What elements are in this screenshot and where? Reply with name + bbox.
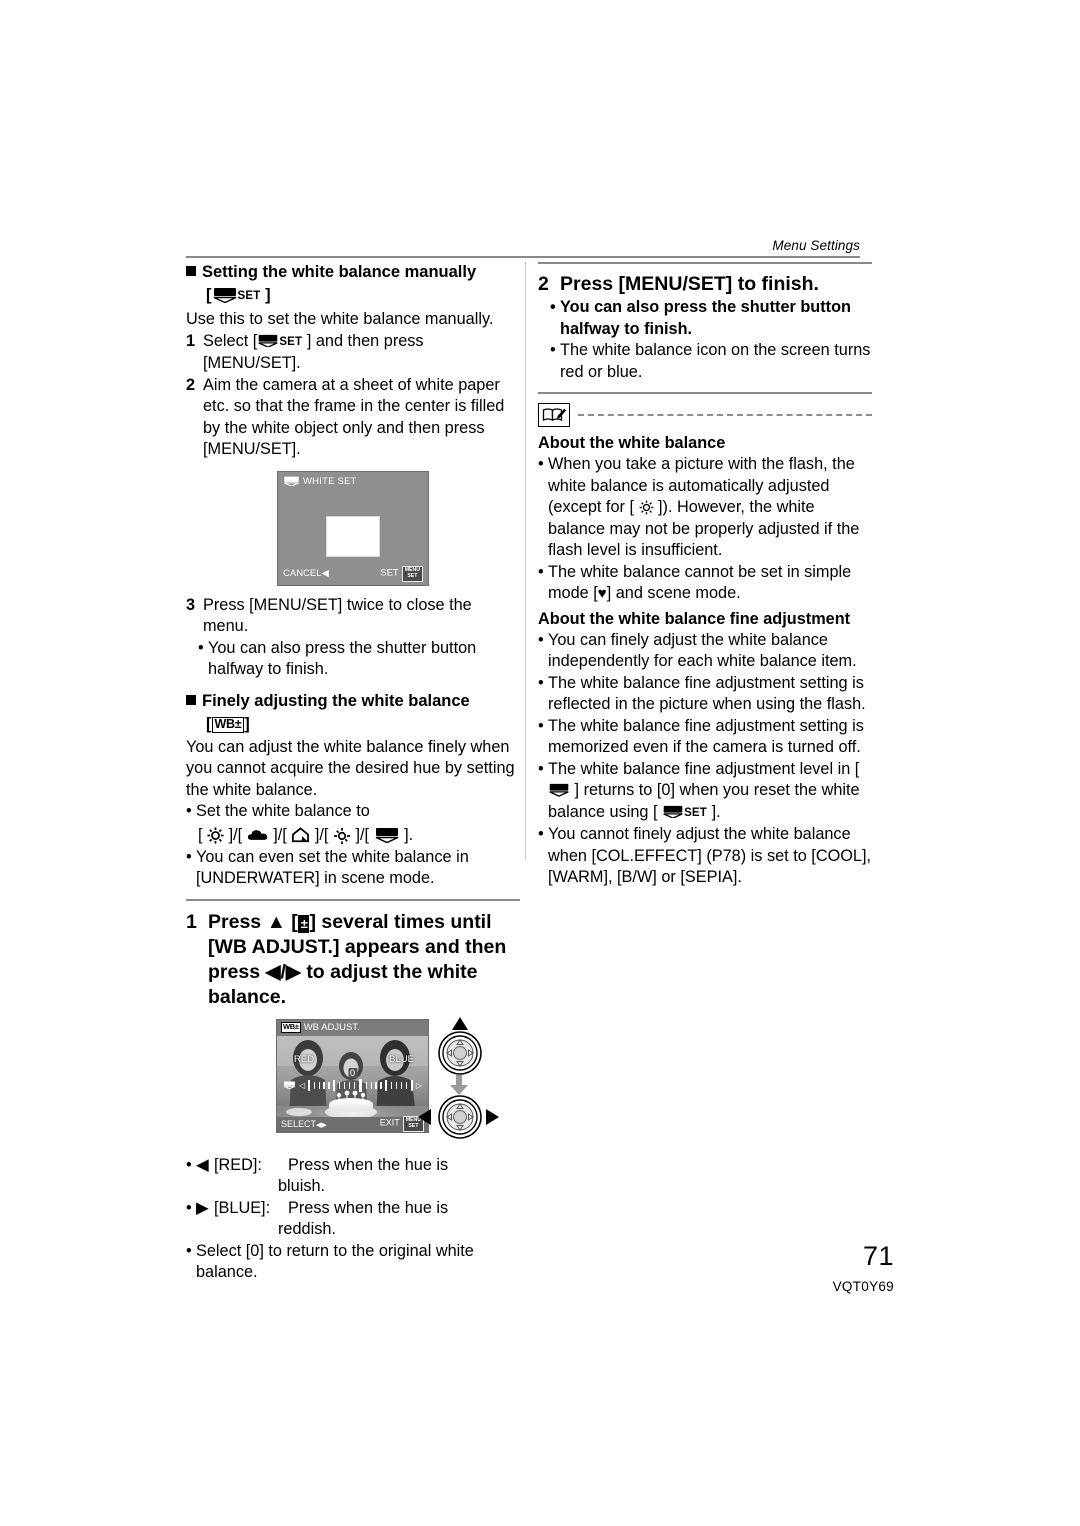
note-title-fine-adjustment: About the white balance fine adjustment	[538, 609, 851, 628]
lcd-title-bar: WHITE SET	[283, 476, 357, 487]
white-set-icon	[283, 1081, 296, 1090]
cursor-right-arrow-icon	[486, 1108, 499, 1130]
heading-finely-adjusting-white-balance: Finely adjusting the white balance	[186, 691, 520, 712]
incandescent-icon	[333, 827, 351, 844]
slider-right-caret[interactable]: ▷	[416, 1081, 422, 1090]
menu-set-badge: MENU SET	[401, 566, 423, 582]
blue-label: BLUE	[389, 1053, 414, 1065]
note1-bullet-1: • When you take a picture with the flash…	[538, 455, 860, 559]
left-column: Setting the white balance manually [SET …	[186, 262, 520, 1284]
step-wb-adjust-text: Press ▲ [±] several times until [WB ADJU…	[208, 910, 507, 1008]
cursor-left-arrow-icon	[418, 1108, 431, 1130]
square-bullet-icon	[186, 694, 196, 705]
lcd-white-set: WHITE SET CANCEL◀ SET MENU SET	[277, 470, 429, 586]
note-top-rule	[538, 392, 872, 394]
red-definition: • ◀ [RED]: Press when the hue is	[186, 1155, 520, 1177]
right-top-rule	[538, 262, 872, 264]
manual-page: Menu Settings Setting the white balance …	[0, 0, 1080, 1526]
lcd-bottom-bar: CANCEL◀ SET MENU SET	[278, 566, 428, 582]
wb-plus-minus-icon: WB±	[211, 716, 245, 733]
left-arrow-icon: ◀	[265, 960, 281, 983]
blue-definition-cont: reddish.	[278, 1220, 336, 1238]
note1-bullet-2: • The white balance cannot be set in sim…	[538, 562, 852, 603]
step-1-text: Select [SET ] and then press [MENU/SET].	[203, 331, 424, 373]
heading-setting-white-balance-manually: Setting the white balance manually	[186, 262, 520, 283]
lcd2-title-bar: WB± WB ADJUST.	[277, 1019, 428, 1036]
section2-bullet-2: • You can even set the white balance in …	[186, 847, 469, 888]
header-rule	[186, 256, 860, 258]
cloudy-icon	[247, 828, 269, 843]
wb-plus-minus-icon: WB±	[281, 1022, 301, 1033]
wb-adjust-figure: WB± WB ADJUST. RED BLUE 0 ◁ ▷ SELECT◀▶ E…	[186, 1016, 520, 1149]
right-arrow-icon: ▶	[285, 960, 301, 983]
step-2-press-menu-set: 2 Press [MENU/SET] to finish.	[538, 273, 819, 295]
adjust-note-last: • Select [0] to return to the original w…	[186, 1241, 474, 1282]
note-dashed-line	[578, 414, 872, 416]
heading-wb-plusminus-line: [WB±]	[206, 714, 250, 733]
section2-bullet-1: • Set the white balance to	[186, 802, 370, 820]
note2-bullet-3: • The white balance fine adjustment sett…	[538, 716, 864, 757]
section2-body: You can adjust the white balance finely …	[186, 737, 515, 799]
wb-value: 0	[347, 1067, 358, 1078]
left-arrow-icon: ◀	[196, 1155, 209, 1174]
note-title-about-white-balance: About the white balance	[538, 434, 726, 452]
cursor-pad-vertical[interactable]	[438, 1030, 482, 1075]
red-definition-cont: bluish.	[278, 1177, 326, 1195]
step-wb-adjust: 1 Press ▲ [±] several times until [WB AD…	[186, 910, 520, 1010]
white-set-icon	[257, 334, 279, 348]
step-2-bullet-bold: • You can also press the shutter button …	[550, 298, 851, 338]
red-label: RED	[294, 1053, 315, 1065]
white-balance-icon-row: [ ]/[ ]/[ ]/[ ]/[ ].	[198, 825, 414, 844]
note2-bullet-1: • You can finely adjust the white balanc…	[538, 630, 857, 671]
heading-icon-line: [SET ]	[206, 286, 271, 304]
note2-bullet-2: • The white balance fine adjustment sett…	[538, 673, 866, 714]
daylight-sun-icon	[639, 500, 654, 515]
heart-icon: ♥	[597, 585, 607, 602]
lcd2-bottom-bar: SELECT◀▶ EXIT MENU SET	[277, 1116, 428, 1132]
white-set-icon	[374, 827, 400, 843]
slider-left-caret[interactable]: ◁	[299, 1081, 305, 1090]
right-column: 2 Press [MENU/SET] to finish. • You can …	[538, 262, 872, 889]
slider-ticks	[308, 1078, 413, 1092]
exposure-compensation-icon: ±	[297, 914, 310, 933]
column-divider	[525, 262, 526, 860]
step-2-bullet-plain: • The white balance icon on the screen t…	[550, 341, 871, 381]
right-arrow-icon: ▶	[196, 1198, 209, 1217]
step-3-bullet: • You can also press the shutter button …	[198, 638, 477, 679]
square-bullet-icon	[186, 266, 196, 276]
note-header	[538, 403, 872, 427]
document-id: VQT0Y69	[832, 1279, 894, 1294]
white-set-screen-figure: WHITE SET CANCEL◀ SET MENU SET	[186, 470, 520, 586]
running-header: Menu Settings	[772, 238, 860, 253]
page-number: 71	[862, 1241, 894, 1271]
daylight-sun-icon	[207, 826, 224, 844]
note2-bullet-5: • You cannot finely adjust the white bal…	[538, 825, 872, 886]
section-rule	[186, 898, 520, 901]
up-arrow-icon: ▲	[266, 910, 286, 933]
set-hint: SET MENU SET	[380, 566, 423, 582]
cursor-pad-horizontal[interactable]	[438, 1094, 482, 1139]
wb-adjust-slider[interactable]: ◁ ▷	[283, 1078, 422, 1092]
step-1: 1 Select [SET ] and then press [MENU/SET…	[186, 331, 520, 375]
shade-house-icon	[291, 826, 310, 843]
note2-bullet-4: • The white balance fine adjustment leve…	[538, 759, 860, 821]
step-3: 3 Press [MENU/SET] twice to close the me…	[186, 595, 472, 636]
white-set-icon	[212, 287, 238, 303]
note-book-pencil-icon	[538, 403, 570, 427]
white-target-frame	[326, 515, 380, 557]
step-2: 2 Aim the camera at a sheet of white pap…	[186, 375, 505, 459]
white-set-icon	[283, 476, 300, 487]
white-set-icon	[548, 783, 570, 797]
lcd-wb-adjust: WB± WB ADJUST. RED BLUE 0 ◁ ▷ SELECT◀▶ E…	[276, 1018, 429, 1133]
select-hint: SELECT◀▶	[281, 1119, 327, 1129]
intro-text: Use this to set the white balance manual…	[186, 310, 494, 328]
white-set-icon	[662, 805, 684, 819]
cancel-hint: CANCEL◀	[283, 568, 329, 580]
blue-definition: • ▶ [BLUE]: Press when the hue is	[186, 1198, 520, 1220]
